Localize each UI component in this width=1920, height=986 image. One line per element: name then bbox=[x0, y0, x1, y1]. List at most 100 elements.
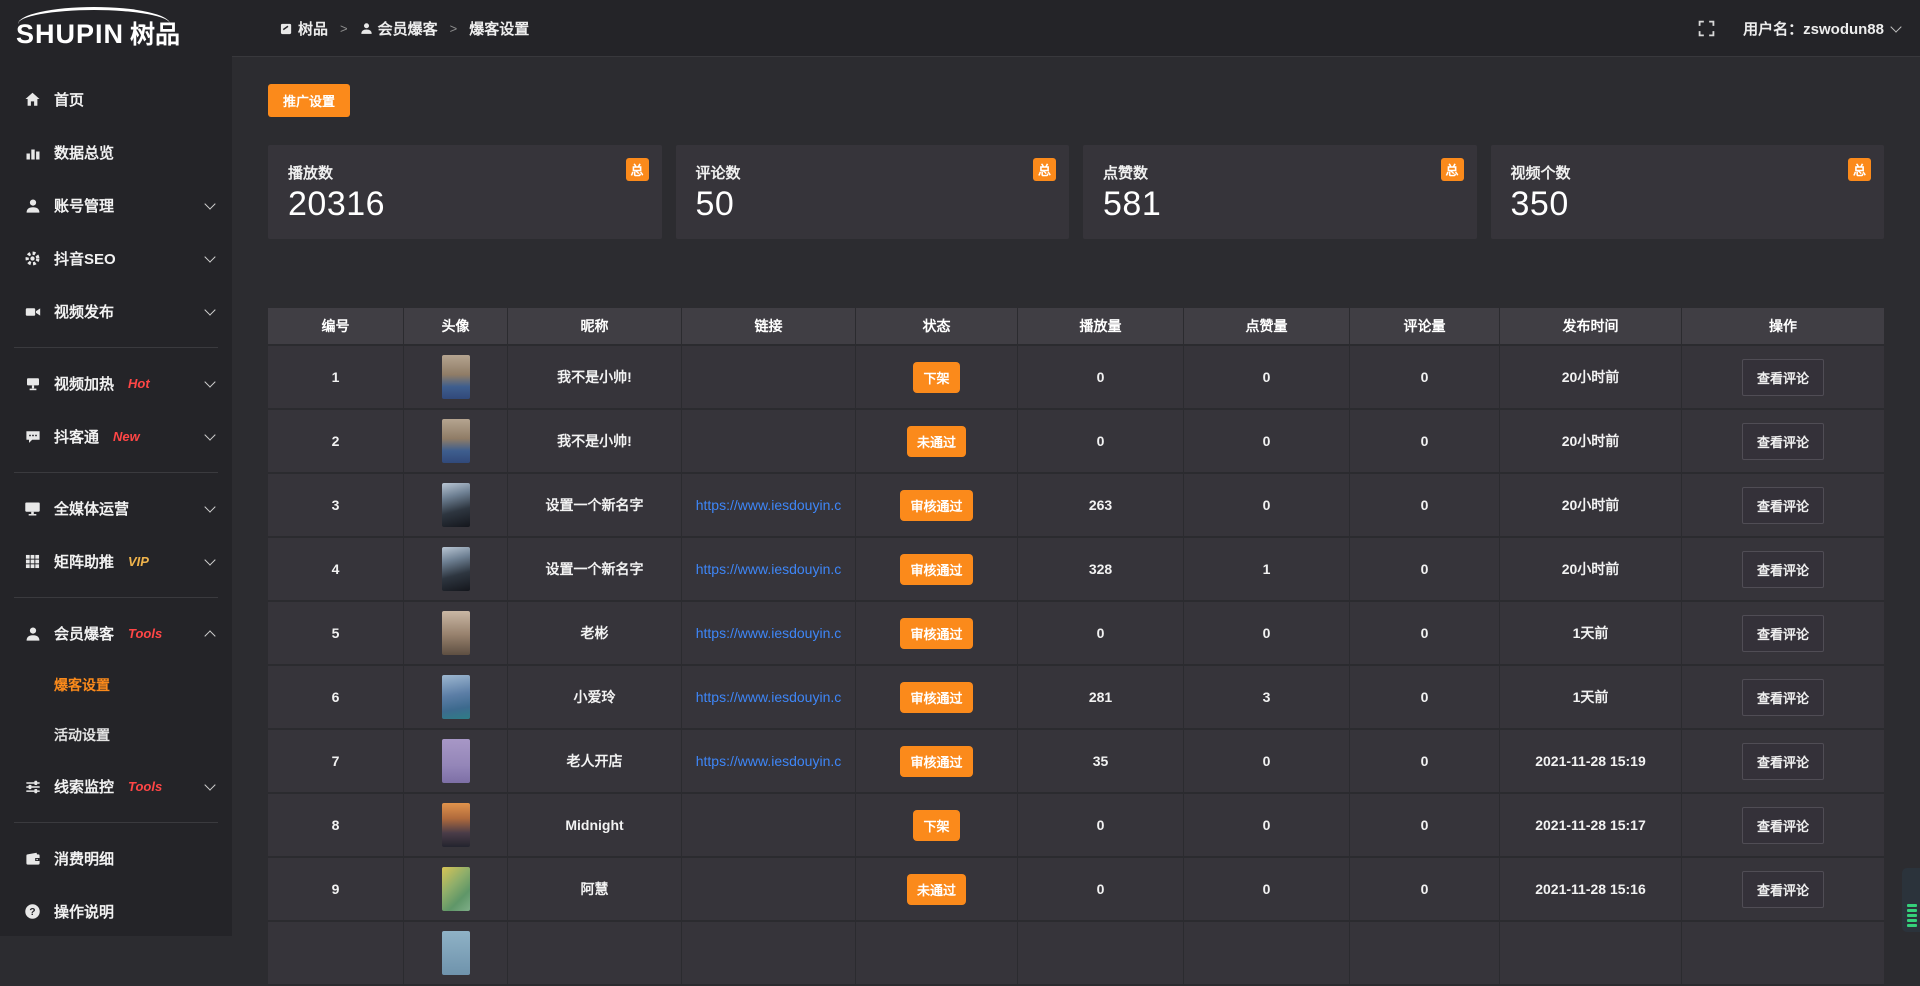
sidebar-subitem-activity-settings[interactable]: 活动设置 bbox=[0, 710, 232, 760]
stat-value: 350 bbox=[1511, 185, 1865, 224]
sliders-icon bbox=[24, 778, 41, 795]
hot-tag: Hot bbox=[128, 376, 150, 391]
comments-count: 0 bbox=[1350, 858, 1500, 920]
view-comments-button[interactable]: 查看评论 bbox=[1742, 423, 1824, 460]
sidebar-item-home[interactable]: 首页 bbox=[0, 73, 232, 126]
status-badge: 下架 bbox=[913, 810, 959, 841]
row-id: 6 bbox=[268, 666, 404, 728]
actions-cell: 查看评论 bbox=[1682, 666, 1884, 728]
actions-cell bbox=[1682, 922, 1884, 984]
view-comments-button[interactable]: 查看评论 bbox=[1742, 871, 1824, 908]
service-widget[interactable] bbox=[1902, 868, 1920, 932]
link-cell: https://www.iesdouyin.c bbox=[682, 602, 856, 664]
status-cell: 审核通过 bbox=[856, 666, 1018, 728]
table-row: 9 阿慧 未通过 0 0 0 2021-11-28 15:16 查看评论 bbox=[268, 858, 1884, 922]
breadcrumb-separator: > bbox=[450, 21, 458, 36]
view-comments-button[interactable]: 查看评论 bbox=[1742, 807, 1824, 844]
sidebar-item-matrix-boost[interactable]: 矩阵助推 VIP bbox=[0, 535, 232, 588]
stat-card: 视频个数 350 总 bbox=[1491, 145, 1885, 239]
user-icon bbox=[24, 197, 41, 214]
video-link[interactable]: https://www.iesdouyin.c bbox=[696, 625, 842, 641]
sidebar-item-douketong[interactable]: 抖客通 New bbox=[0, 410, 232, 463]
promotion-settings-button[interactable]: 推广设置 bbox=[268, 84, 350, 117]
column-header-link: 链接 bbox=[682, 308, 856, 344]
comments-count: 0 bbox=[1350, 346, 1500, 408]
plays-count: 0 bbox=[1018, 602, 1184, 664]
sidebar-item-label: 视频加热 bbox=[54, 373, 114, 394]
actions-cell: 查看评论 bbox=[1682, 858, 1884, 920]
avatar-cell bbox=[404, 474, 508, 536]
fullscreen-icon[interactable] bbox=[1698, 20, 1715, 37]
status-cell: 审核通过 bbox=[856, 538, 1018, 600]
view-comments-button[interactable]: 查看评论 bbox=[1742, 743, 1824, 780]
stat-card: 评论数 50 总 bbox=[676, 145, 1070, 239]
video-camera-icon bbox=[24, 303, 41, 320]
table-row: 1 我不是小帅! 下架 0 0 0 20小时前 查看评论 bbox=[268, 346, 1884, 410]
avatar-cell bbox=[404, 794, 508, 856]
view-comments-button[interactable]: 查看评论 bbox=[1742, 615, 1824, 652]
view-comments-button[interactable]: 查看评论 bbox=[1742, 679, 1824, 716]
screen-icon bbox=[24, 375, 41, 392]
comments-count: 0 bbox=[1350, 794, 1500, 856]
video-link[interactable]: https://www.iesdouyin.c bbox=[696, 561, 842, 577]
sidebar-item-all-media-operation[interactable]: 全媒体运营 bbox=[0, 482, 232, 535]
row-id: 4 bbox=[268, 538, 404, 600]
nickname: 小爱玲 bbox=[508, 666, 682, 728]
video-link[interactable]: https://www.iesdouyin.c bbox=[696, 689, 842, 705]
view-comments-button[interactable]: 查看评论 bbox=[1742, 551, 1824, 588]
row-id: 8 bbox=[268, 794, 404, 856]
divider bbox=[14, 822, 218, 823]
video-link[interactable]: https://www.iesdouyin.c bbox=[696, 497, 842, 513]
status-cell: 审核通过 bbox=[856, 730, 1018, 792]
avatar bbox=[442, 355, 470, 399]
breadcrumb-member-baoke[interactable]: 会员爆客 bbox=[360, 18, 438, 39]
user-menu[interactable]: 用户名：zswodun88 bbox=[1743, 18, 1900, 39]
view-comments-button[interactable]: 查看评论 bbox=[1742, 487, 1824, 524]
sidebar-item-video-heating[interactable]: 视频加热 Hot bbox=[0, 357, 232, 410]
sidebar-item-douyin-seo[interactable]: 抖音SEO bbox=[0, 232, 232, 285]
sidebar-item-data-overview[interactable]: 数据总览 bbox=[0, 126, 232, 179]
comments-count: 0 bbox=[1350, 410, 1500, 472]
likes-count: 0 bbox=[1184, 730, 1350, 792]
sidebar-item-account-management[interactable]: 账号管理 bbox=[0, 179, 232, 232]
likes-count: 0 bbox=[1184, 474, 1350, 536]
tools-tag: Tools bbox=[128, 779, 162, 794]
sidebar-nav: 首页 数据总览 账号管理 抖音SEO 视频发布 bbox=[0, 59, 232, 938]
logo-text: SHUPIN bbox=[16, 19, 124, 50]
breadcrumb-home[interactable]: 树品 bbox=[280, 18, 328, 39]
publish-time: 2021-11-28 15:17 bbox=[1500, 794, 1682, 856]
plays-count: 35 bbox=[1018, 730, 1184, 792]
sidebar-item-label: 会员爆客 bbox=[54, 623, 114, 644]
sidebar-item-video-publish[interactable]: 视频发布 bbox=[0, 285, 232, 338]
page-title: 爆客设置 bbox=[469, 18, 529, 39]
status-badge: 未通过 bbox=[907, 874, 966, 905]
sidebar-item-clue-monitor[interactable]: 线索监控 Tools bbox=[0, 760, 232, 813]
table-row: 6 小爱玲 https://www.iesdouyin.c 审核通过 281 3… bbox=[268, 666, 1884, 730]
row-id bbox=[268, 922, 404, 984]
likes-count: 1 bbox=[1184, 538, 1350, 600]
breadcrumb-separator: > bbox=[340, 21, 348, 36]
chevron-down-icon bbox=[204, 376, 215, 387]
chevron-down-icon bbox=[204, 304, 215, 315]
likes-count: 0 bbox=[1184, 602, 1350, 664]
divider bbox=[14, 597, 218, 598]
table-row bbox=[268, 922, 1884, 986]
status-badge: 审核通过 bbox=[900, 746, 972, 777]
table-row: 4 设置一个新名字 https://www.iesdouyin.c 审核通过 3… bbox=[268, 538, 1884, 602]
status-cell: 下架 bbox=[856, 794, 1018, 856]
avatar bbox=[442, 739, 470, 783]
sidebar-item-label: 首页 bbox=[54, 89, 84, 110]
view-comments-button[interactable]: 查看评论 bbox=[1742, 359, 1824, 396]
sidebar-item-operation-guide[interactable]: ? 操作说明 bbox=[0, 885, 232, 938]
sidebar-item-consumption-details[interactable]: 消费明细 bbox=[0, 832, 232, 885]
nickname: 老人开店 bbox=[508, 730, 682, 792]
column-header-likes: 点赞量 bbox=[1184, 308, 1350, 344]
home-icon bbox=[24, 91, 41, 108]
status-badge: 审核通过 bbox=[900, 554, 972, 585]
video-link[interactable]: https://www.iesdouyin.c bbox=[696, 753, 842, 769]
sidebar-subitem-baoke-settings[interactable]: 爆客设置 bbox=[0, 660, 232, 710]
total-badge: 总 bbox=[1441, 158, 1464, 181]
sidebar-item-label: 账号管理 bbox=[54, 195, 114, 216]
sidebar-item-member-baoke[interactable]: 会员爆客 Tools bbox=[0, 607, 232, 660]
link-cell bbox=[682, 794, 856, 856]
